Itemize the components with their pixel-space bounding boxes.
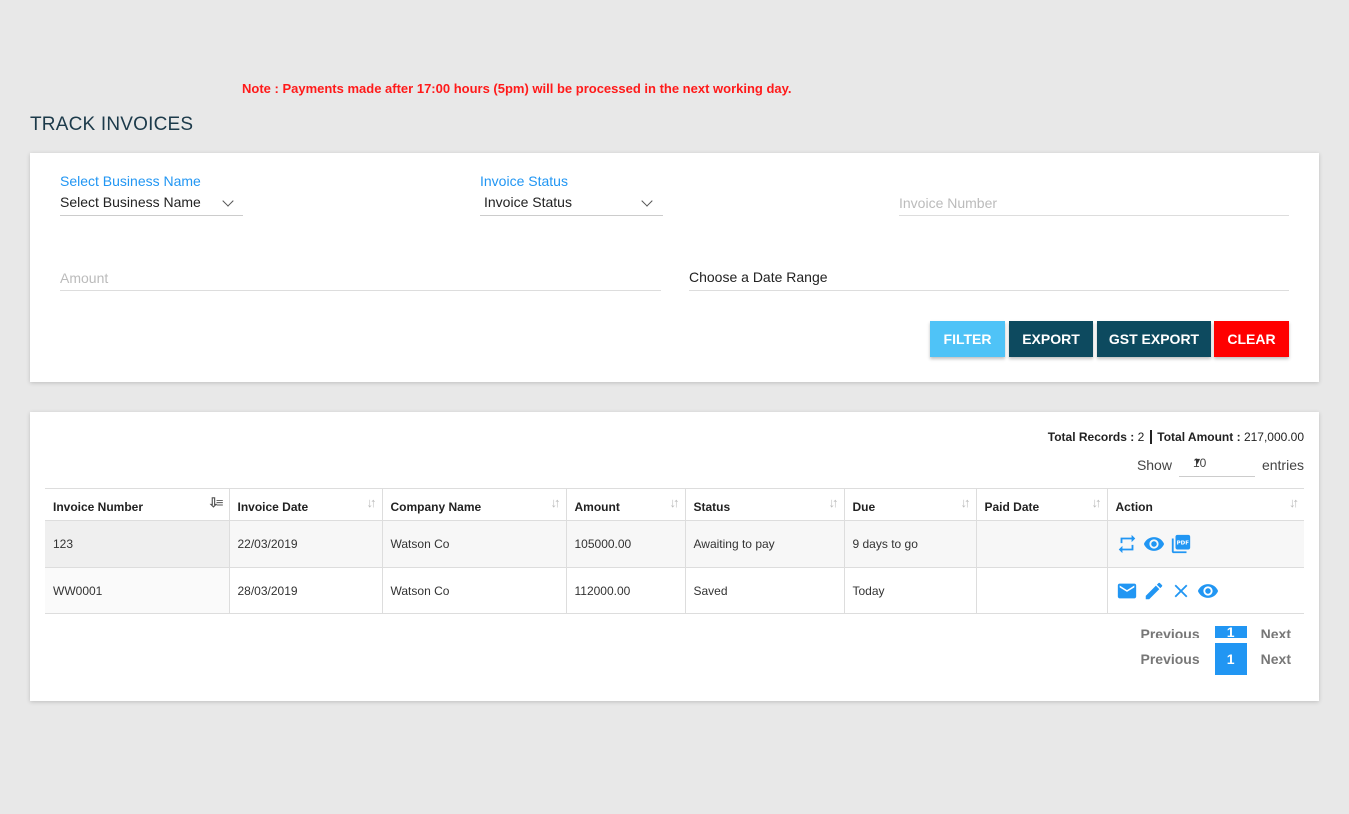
repeat-icon[interactable] xyxy=(1116,533,1138,555)
pagination-duplicate: Previous 1 Next xyxy=(1140,626,1291,638)
entries-per-page-select[interactable]: 10 ▼ xyxy=(1178,452,1255,477)
pdf-icon[interactable]: PDF xyxy=(1170,533,1192,555)
table-header-row: Invoice Number ⇩≡ Invoice Date ↓↑ Company … xyxy=(45,488,1304,521)
sort-icon: ↓↑ xyxy=(669,495,680,510)
col-invoice-date[interactable]: Invoice Date ↓↑ xyxy=(229,488,383,521)
sort-icon: ↓↑ xyxy=(366,495,377,510)
col-invoice-number[interactable]: Invoice Number ⇩≡ xyxy=(45,488,230,521)
business-name-select[interactable]: Select Business Name xyxy=(60,194,243,216)
business-name-field: Select Business Name xyxy=(60,173,201,189)
col-company-name[interactable]: Company Name ↓↑ xyxy=(382,488,567,521)
table-row: WW0001 28/03/2019 Watson Co 112000.00 Sa… xyxy=(45,567,1304,614)
col-status[interactable]: Status ↓↑ xyxy=(685,488,845,521)
export-button[interactable]: EXPORT xyxy=(1009,321,1093,357)
pagination: Previous 1 Next xyxy=(1141,643,1291,675)
business-name-value: Select Business Name xyxy=(60,194,201,210)
cell-invoice-number: WW0001 xyxy=(45,567,230,614)
cell-amount: 112000.00 xyxy=(566,567,686,614)
sort-icon: ↓↑ xyxy=(960,495,971,510)
cell-status: Awaiting to pay xyxy=(685,520,845,568)
page-1-button[interactable]: 1 xyxy=(1214,643,1247,675)
cell-invoice-date: 28/03/2019 xyxy=(229,567,383,614)
invoice-status-select[interactable]: Invoice Status xyxy=(480,194,663,216)
cell-company: Watson Co xyxy=(382,520,567,568)
invoice-status-field: Invoice Status xyxy=(480,173,568,189)
page-title: TRACK INVOICES xyxy=(30,114,194,135)
edit-icon[interactable] xyxy=(1143,580,1165,602)
chevron-down-icon xyxy=(641,195,653,207)
payment-note: Note : Payments made after 17:00 hours (… xyxy=(242,81,792,96)
cell-amount: 105000.00 xyxy=(566,520,686,568)
filter-panel: Select Business Name Select Business Nam… xyxy=(30,153,1319,382)
totals-summary: Total Records : 2 Total Amount : 217,000.… xyxy=(1048,430,1304,444)
invoice-status-label: Invoice Status xyxy=(480,173,568,189)
cell-status: Saved xyxy=(685,567,845,614)
sort-icon: ↓↑ xyxy=(1091,495,1102,510)
previous-button[interactable]: Previous xyxy=(1141,651,1200,667)
cell-due: 9 days to go xyxy=(844,520,977,568)
caret-down-icon: ▼ xyxy=(1192,456,1202,466)
sort-desc-icon: ⇩≡ xyxy=(208,495,224,510)
invoice-table: Invoice Number ⇩≡ Invoice Date ↓↑ Company … xyxy=(45,488,1304,614)
clear-button[interactable]: CLEAR xyxy=(1214,321,1289,357)
svg-text:PDF: PDF xyxy=(1176,540,1189,546)
sort-icon: ↓↑ xyxy=(828,495,839,510)
total-amount-label: Total Amount : xyxy=(1157,430,1241,444)
previous-link-ghost: Previous xyxy=(1140,626,1200,638)
cell-actions: PDF xyxy=(1107,520,1304,568)
cell-paid-date xyxy=(976,520,1108,568)
view-icon[interactable] xyxy=(1143,533,1165,555)
col-action[interactable]: Action ↓↑ xyxy=(1107,488,1304,521)
date-range-picker[interactable]: Choose a Date Range xyxy=(689,269,1289,291)
cell-invoice-date: 22/03/2019 xyxy=(229,520,383,568)
date-range-text: Choose a Date Range xyxy=(689,269,828,285)
table-row: 123 22/03/2019 Watson Co 105000.00 Await… xyxy=(45,520,1304,568)
entries-label: entries xyxy=(1261,456,1304,473)
next-link-ghost: Next xyxy=(1260,626,1291,638)
show-label: Show xyxy=(1136,456,1172,473)
cell-paid-date xyxy=(976,567,1108,614)
amount-input[interactable] xyxy=(60,265,661,291)
total-records-label: Total Records : xyxy=(1047,430,1135,444)
total-amount-value: 217,000.00 xyxy=(1243,430,1304,444)
cell-actions xyxy=(1107,567,1304,614)
delete-icon[interactable] xyxy=(1170,580,1192,602)
col-amount[interactable]: Amount ↓↑ xyxy=(566,488,686,521)
page-number-ghost: 1 xyxy=(1214,626,1247,638)
gst-export-button[interactable]: GST EXPORT xyxy=(1097,321,1211,357)
cell-due: Today xyxy=(844,567,977,614)
divider xyxy=(1150,430,1153,444)
invoice-number-input[interactable] xyxy=(899,191,1289,216)
col-paid-date[interactable]: Paid Date ↓↑ xyxy=(976,488,1108,521)
sort-icon: ↓↑ xyxy=(1289,495,1299,510)
invoice-table-panel: Total Records : 2 Total Amount : 217,000.… xyxy=(30,412,1319,701)
next-button[interactable]: Next xyxy=(1261,651,1291,667)
col-due[interactable]: Due ↓↑ xyxy=(844,488,977,521)
chevron-down-icon xyxy=(222,195,234,207)
filter-button[interactable]: FILTER xyxy=(930,321,1005,357)
show-entries-control: Show 10 ▼ entries xyxy=(1137,452,1304,477)
cell-invoice-number: 123 xyxy=(45,520,230,568)
sort-icon: ↓↑ xyxy=(550,495,561,510)
total-records-value: 2 xyxy=(1137,430,1145,444)
email-icon[interactable] xyxy=(1116,580,1138,602)
view-icon[interactable] xyxy=(1197,580,1219,602)
invoice-status-value: Invoice Status xyxy=(484,194,572,210)
business-name-label: Select Business Name xyxy=(60,173,201,189)
cell-company: Watson Co xyxy=(382,567,567,614)
